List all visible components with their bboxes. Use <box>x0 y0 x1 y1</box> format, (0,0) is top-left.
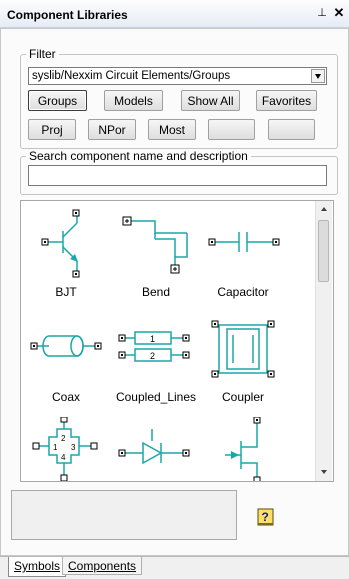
coupler-symbol-icon[interactable] <box>211 319 275 379</box>
component-label-coax: Coax <box>51 390 80 404</box>
filter-path-select[interactable]: syslib/Nexxim Circuit Elements/Groups <box>28 67 327 85</box>
bjt-symbol-icon[interactable] <box>39 209 99 279</box>
bottom-tab-bar: Symbols Components <box>0 556 349 579</box>
empty-filter-button-1[interactable] <box>208 119 255 140</box>
component-label-bjt: BJT <box>55 285 77 299</box>
empty-filter-button-2[interactable] <box>268 119 315 140</box>
close-icon[interactable]: ✕ <box>333 6 345 20</box>
npor-button[interactable]: NPor <box>88 119 136 140</box>
tab-components[interactable]: Components <box>62 557 143 575</box>
svg-text:?: ? <box>262 510 269 524</box>
show-all-button[interactable]: Show All <box>181 90 240 111</box>
component-library-list[interactable]: BJT Bend Capacitor Coax 1 2 Coupled_Line… <box>20 200 334 482</box>
tab-symbols-label: Symbols <box>14 559 61 573</box>
tab-components-label: Components <box>68 559 137 573</box>
panel-titlebar: Component Libraries ⊥ ✕ <box>0 0 349 28</box>
component-label-bend: Bend <box>141 285 171 299</box>
tab-symbols[interactable]: Symbols <box>8 557 67 577</box>
scroll-thumb[interactable] <box>318 220 329 282</box>
filter-legend: Filter <box>29 47 56 61</box>
pin-icon[interactable]: ⊥ <box>316 6 328 20</box>
capacitor-symbol-icon[interactable] <box>207 225 281 259</box>
search-legend: Search component name and description <box>29 149 248 163</box>
groups-button[interactable]: Groups <box>28 90 87 111</box>
proj-button[interactable]: Proj <box>28 119 76 140</box>
component-label-coupled-lines: Coupled_Lines <box>115 390 197 404</box>
scroll-down-arrow-icon[interactable] <box>316 464 332 480</box>
most-button[interactable]: Most <box>148 119 196 140</box>
search-input[interactable] <box>28 165 327 186</box>
coupled-pin-1: 1 <box>150 334 155 344</box>
favorites-button[interactable]: Favorites <box>256 90 317 111</box>
component-label-capacitor: Capacitor <box>217 285 269 299</box>
models-button[interactable]: Models <box>104 90 163 111</box>
transistor-symbol-icon[interactable] <box>217 417 277 482</box>
four-port-symbol-icon[interactable]: 1 2 3 4 <box>31 417 101 482</box>
bend-symbol-icon[interactable] <box>119 209 189 279</box>
filter-path-value: syslib/Nexxim Circuit Elements/Groups <box>32 70 231 82</box>
panel-title: Component Libraries <box>7 8 128 22</box>
dropdown-arrow-icon[interactable] <box>311 69 325 83</box>
scroll-up-arrow-icon[interactable] <box>316 201 332 217</box>
coupled-lines-symbol-icon[interactable]: 1 2 <box>117 327 191 367</box>
coupled-pin-2: 2 <box>150 351 155 361</box>
library-scrollbar[interactable] <box>315 201 332 481</box>
coax-symbol-icon[interactable] <box>29 329 103 363</box>
fourport-pin-3: 3 <box>71 443 76 452</box>
fourport-pin-1: 1 <box>53 443 58 452</box>
fourport-pin-4: 4 <box>61 453 66 462</box>
component-label-coupler: Coupler <box>221 390 265 404</box>
diode-symbol-icon[interactable] <box>117 427 191 473</box>
component-description-box <box>11 490 237 540</box>
fourport-pin-2: 2 <box>61 434 66 443</box>
help-icon[interactable]: ? <box>257 508 274 526</box>
